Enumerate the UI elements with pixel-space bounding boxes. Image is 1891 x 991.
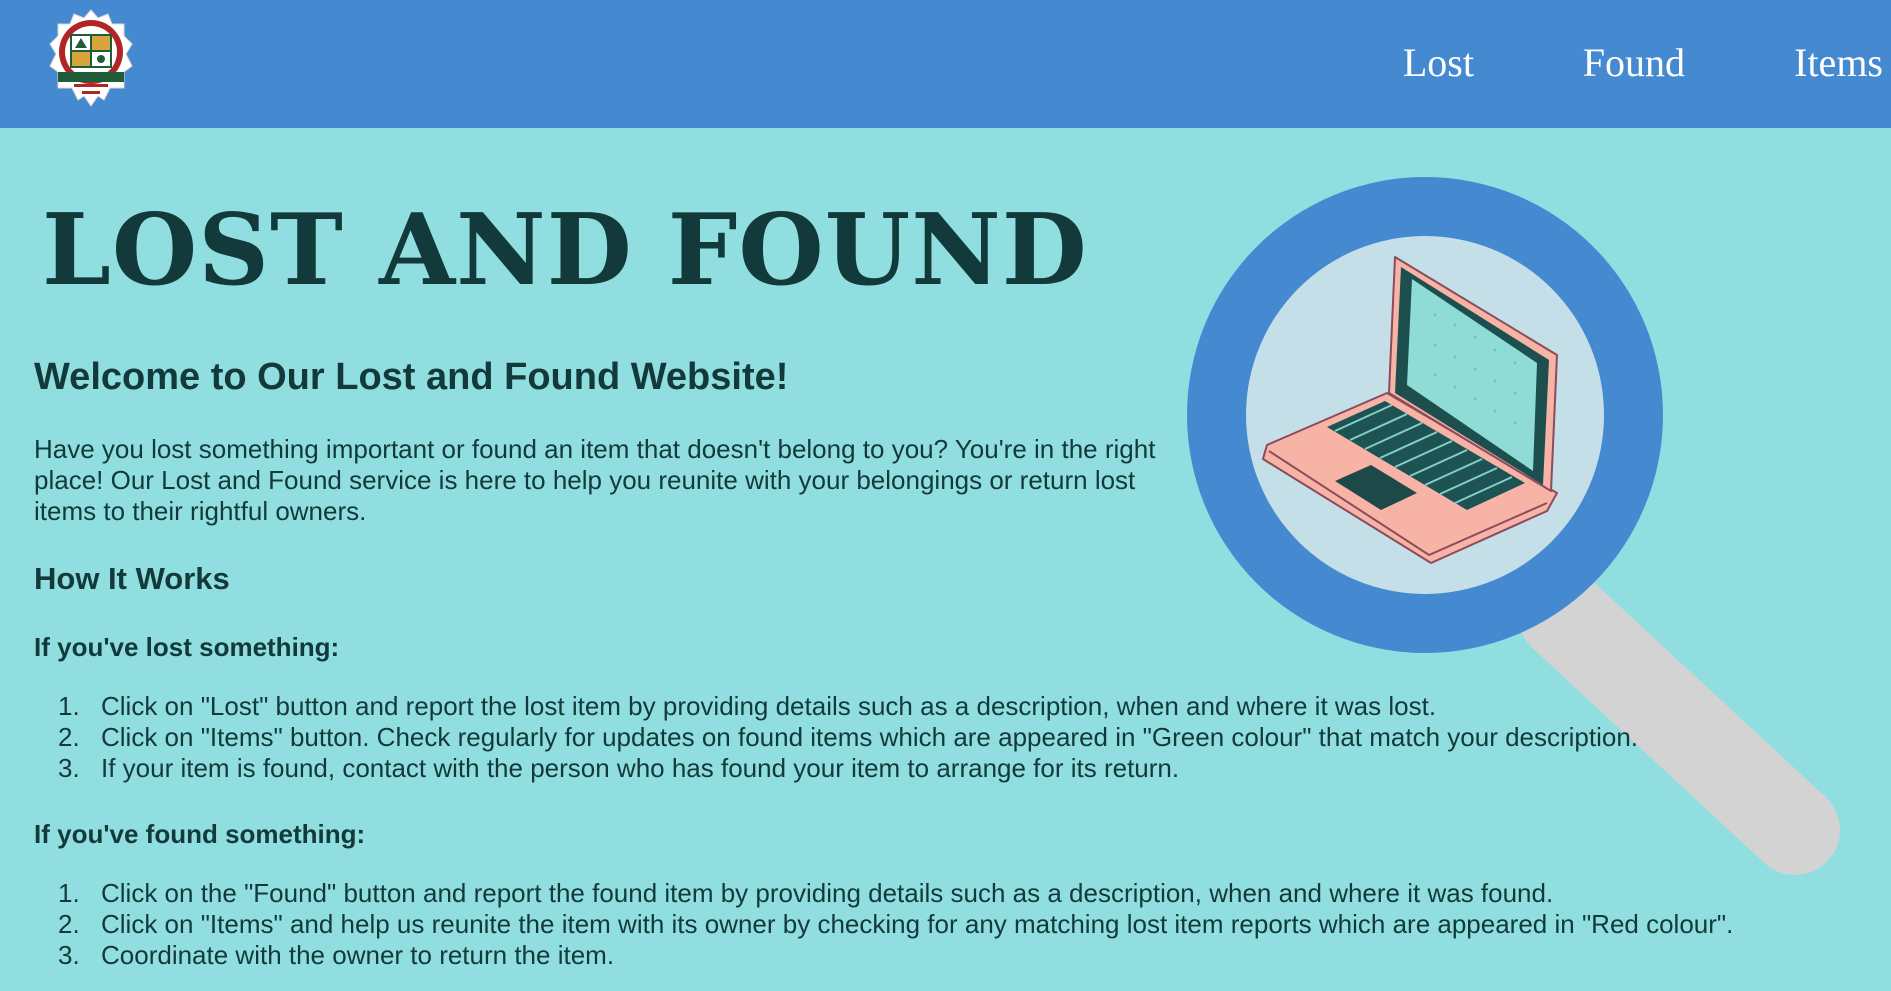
- list-number: 2.: [58, 909, 80, 939]
- list-item: 2. Click on "Items" and help us reunite …: [0, 909, 1733, 940]
- welcome-heading: Welcome to Our Lost and Found Website!: [34, 356, 789, 398]
- list-number: 1.: [58, 878, 80, 908]
- lost-section-heading: If you've lost something:: [34, 632, 340, 662]
- list-item-text: If your item is found, contact with the …: [101, 753, 1180, 783]
- top-navigation-bar: Lost Found Items: [0, 0, 1891, 128]
- list-item: 1. Click on the "Found" button and repor…: [0, 878, 1733, 909]
- list-item-text: Coordinate with the owner to return the …: [101, 940, 615, 970]
- magnifier-laptop-illustration: [1185, 175, 1865, 895]
- intro-paragraph: Have you lost something important or fou…: [34, 434, 1156, 526]
- list-item: 3. Coordinate with the owner to return t…: [0, 940, 1733, 971]
- list-item-text: Click on the "Found" button and report t…: [101, 878, 1554, 908]
- list-item-text: Click on "Items" and help us reunite the…: [101, 909, 1734, 939]
- how-it-works-heading: How It Works: [34, 561, 230, 596]
- list-item: 2. Click on "Items" button. Check regula…: [0, 722, 1638, 753]
- page-title: LOST AND FOUND: [42, 193, 1088, 308]
- nav-lost-link[interactable]: Lost: [1403, 38, 1474, 88]
- list-item: 1. Click on "Lost" button and report the…: [0, 691, 1638, 722]
- list-number: 3.: [58, 753, 80, 783]
- list-number: 2.: [58, 722, 80, 752]
- lost-steps-list: 1. Click on "Lost" button and report the…: [0, 691, 1638, 784]
- list-number: 1.: [58, 691, 80, 721]
- list-item-text: Click on "Lost" button and report the lo…: [101, 691, 1437, 721]
- nav-items-link[interactable]: Items: [1794, 38, 1883, 88]
- institute-crest-logo[interactable]: [48, 8, 134, 118]
- nav-found-link[interactable]: Found: [1583, 38, 1685, 88]
- list-item: 3. If your item is found, contact with t…: [0, 753, 1638, 784]
- found-steps-list: 1. Click on the "Found" button and repor…: [0, 878, 1733, 971]
- found-section-heading: If you've found something:: [34, 819, 366, 849]
- list-number: 3.: [58, 940, 80, 970]
- list-item-text: Click on "Items" button. Check regularly…: [101, 722, 1639, 752]
